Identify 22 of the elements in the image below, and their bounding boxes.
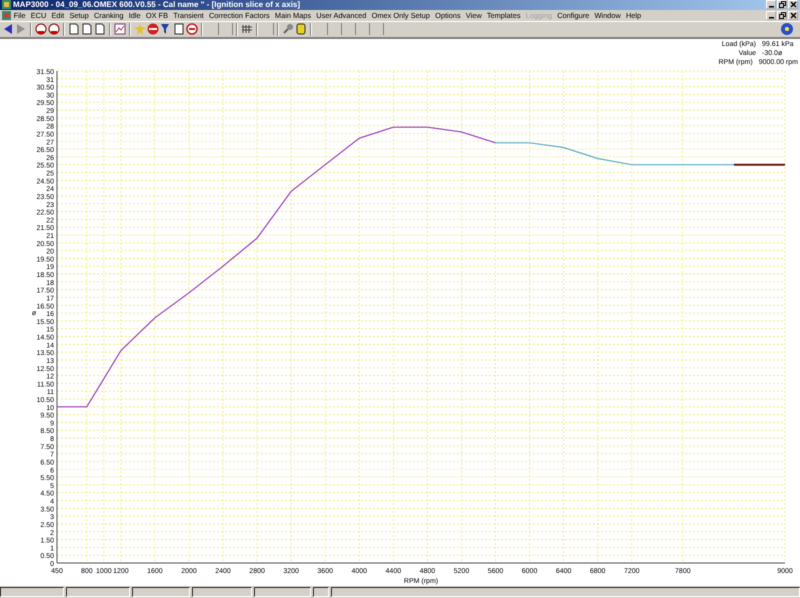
page-icon[interactable] xyxy=(94,23,106,36)
document-icon xyxy=(2,10,11,20)
stop-sign-icon[interactable] xyxy=(147,23,159,36)
no-entry-icon[interactable] xyxy=(186,23,198,36)
close-button[interactable] xyxy=(788,0,798,10)
window-title: MAP3000 - 04_09_06.OMEX 600.V0.55 - Cal name " - [Ignition slice of x axis] xyxy=(13,0,300,10)
gauge-icon[interactable] xyxy=(35,23,47,36)
page-icon[interactable] xyxy=(81,23,93,36)
chart-icon[interactable] xyxy=(114,23,126,36)
gauge-icon[interactable] xyxy=(48,23,60,36)
back-arrow-icon[interactable] xyxy=(2,23,14,36)
restore-button[interactable] xyxy=(777,10,787,20)
grid-icon[interactable] xyxy=(241,23,253,36)
restore-button[interactable] xyxy=(777,0,787,10)
minimize-button[interactable] xyxy=(766,10,776,20)
help-icon[interactable] xyxy=(780,22,794,36)
wrench-icon[interactable] xyxy=(282,23,294,36)
app-icon xyxy=(2,0,11,10)
funnel-icon[interactable] xyxy=(160,23,172,36)
page-icon[interactable] xyxy=(68,23,80,36)
minimize-button[interactable] xyxy=(766,0,776,10)
close-button[interactable] xyxy=(788,10,798,20)
